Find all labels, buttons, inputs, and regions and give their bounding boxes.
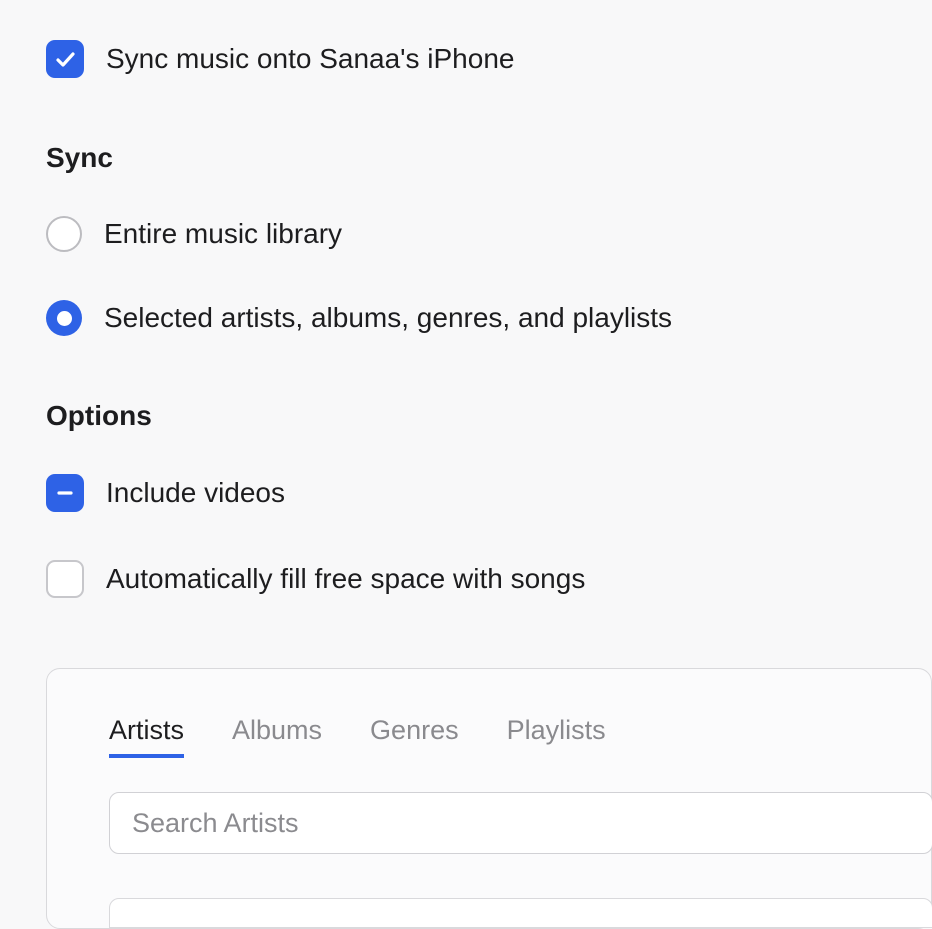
auto-fill-row: Automatically fill free space with songs (46, 560, 932, 598)
checkmark-icon (54, 48, 76, 70)
content-panel: Artists Albums Genres Playlists (46, 668, 932, 929)
search-input[interactable] (109, 792, 932, 854)
sync-music-checkbox[interactable] (46, 40, 84, 78)
sync-music-label: Sync music onto Sanaa's iPhone (106, 43, 514, 75)
radio-selected-label: Selected artists, albums, genres, and pl… (104, 302, 672, 334)
tab-playlists[interactable]: Playlists (507, 715, 606, 758)
radio-entire-library[interactable] (46, 216, 82, 252)
auto-fill-label: Automatically fill free space with songs (106, 563, 585, 595)
tab-bar: Artists Albums Genres Playlists (109, 715, 931, 758)
options-heading: Options (46, 400, 932, 432)
search-container (109, 792, 932, 854)
radio-entire-label: Entire music library (104, 218, 342, 250)
dash-icon (55, 483, 75, 503)
include-videos-label: Include videos (106, 477, 285, 509)
include-videos-checkbox[interactable] (46, 474, 84, 512)
sync-heading: Sync (46, 142, 932, 174)
tab-artists[interactable]: Artists (109, 715, 184, 758)
tab-genres[interactable]: Genres (370, 715, 459, 758)
radio-entire-row: Entire music library (46, 216, 932, 252)
include-videos-row: Include videos (46, 474, 932, 512)
radio-selected-items[interactable] (46, 300, 82, 336)
sync-music-row: Sync music onto Sanaa's iPhone (46, 40, 932, 78)
radio-selected-row: Selected artists, albums, genres, and pl… (46, 300, 932, 336)
list-container (109, 898, 932, 928)
tab-albums[interactable]: Albums (232, 715, 322, 758)
auto-fill-checkbox[interactable] (46, 560, 84, 598)
